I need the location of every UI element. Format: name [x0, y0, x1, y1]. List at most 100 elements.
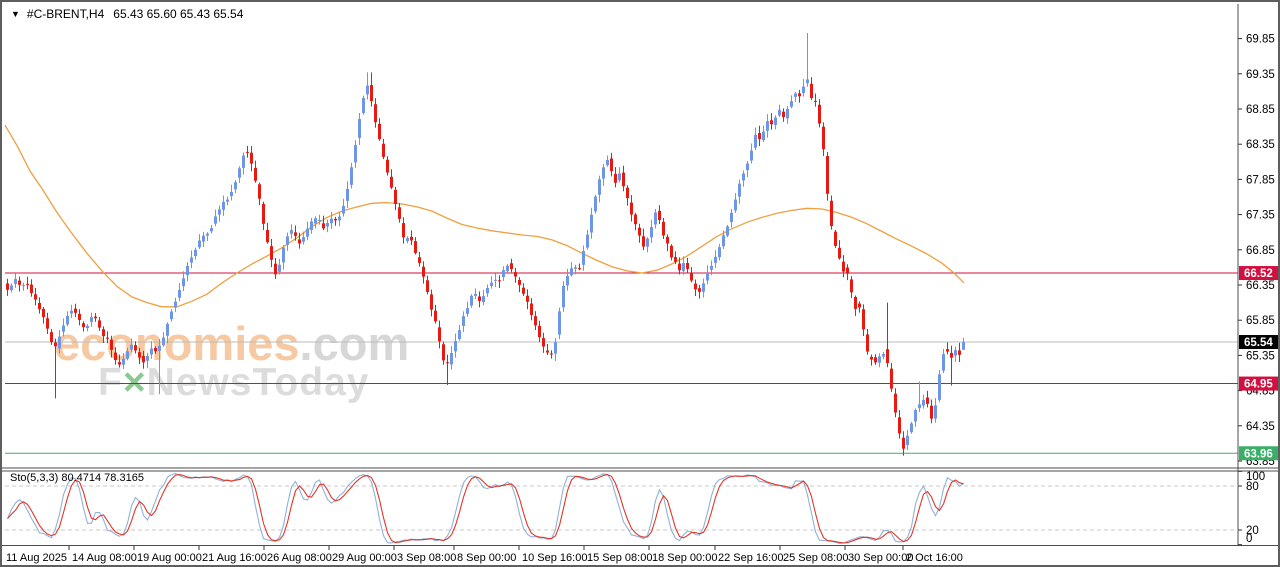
candle-body	[182, 278, 185, 286]
candle-body	[734, 200, 737, 211]
candle-body	[86, 326, 89, 328]
candle-body	[274, 264, 277, 275]
level-lines[interactable]	[5, 273, 1238, 453]
candle-body	[290, 230, 293, 234]
candle-body	[706, 273, 709, 281]
candle-body	[378, 124, 381, 139]
candle-body	[414, 241, 417, 253]
candle-body	[618, 173, 621, 180]
candle-body	[126, 351, 129, 359]
stochastic-pane[interactable]	[5, 474, 1238, 544]
candle-body	[782, 112, 785, 117]
candle-body	[70, 311, 73, 314]
candle-body	[142, 356, 145, 362]
price-tick-label: 64.35	[1246, 421, 1275, 433]
candle-body	[926, 397, 929, 403]
candle-body	[10, 285, 13, 290]
candle-body	[218, 209, 221, 214]
candle-body	[26, 284, 29, 285]
candle-body	[410, 237, 413, 241]
price-badge-label: 65.54	[1244, 337, 1273, 349]
candle-body	[494, 280, 497, 281]
candle-body	[346, 189, 349, 201]
candle-body	[634, 215, 637, 225]
candle-body	[366, 86, 369, 95]
candle-body	[838, 248, 841, 259]
candle-body	[826, 156, 829, 194]
candle-body	[302, 237, 305, 242]
candle-body	[842, 262, 845, 272]
candle-body	[502, 270, 505, 277]
candle-body	[766, 121, 769, 131]
candle-body	[282, 248, 285, 263]
time-tick-label: 19 Aug 00:00	[137, 552, 202, 564]
candle-body	[122, 359, 125, 365]
candle-body	[714, 257, 717, 263]
candle-body	[202, 236, 205, 242]
candle-body	[938, 374, 941, 400]
candle-body	[250, 153, 253, 164]
candle-body	[522, 288, 525, 294]
candle-body	[742, 173, 745, 180]
candle-body	[42, 309, 45, 317]
price-tick-label: 67.35	[1246, 210, 1275, 222]
candle-body	[818, 105, 821, 124]
candle-body	[430, 294, 433, 309]
candle-body	[6, 283, 9, 289]
time-tick-label: 8 Sep 00:00	[457, 552, 516, 564]
candle-body	[802, 87, 805, 94]
candle-body	[658, 211, 661, 220]
indicator-label: Sto(5,3,3) 80.4714 78.3165	[10, 472, 144, 484]
candle-body	[730, 213, 733, 222]
candle-body	[786, 109, 789, 118]
candle-body	[886, 349, 889, 363]
candle-body	[294, 232, 297, 235]
candle-body	[146, 356, 149, 361]
symbol-dropdown-icon[interactable]: ▼	[11, 9, 20, 19]
time-tick-label: 15 Sep 08:00	[587, 552, 652, 564]
candle-body	[150, 349, 153, 355]
candle-body	[66, 316, 69, 324]
candle-body	[894, 394, 897, 413]
time-axis[interactable]: 11 Aug 202514 Aug 08:0019 Aug 00:0021 Au…	[6, 546, 963, 564]
candle-body	[798, 93, 801, 96]
candle-body	[334, 219, 337, 221]
candle-body	[462, 316, 465, 326]
candle-body	[614, 174, 617, 183]
price-tick-label: 65.85	[1246, 315, 1275, 327]
candle-body	[382, 144, 385, 157]
candle-body	[602, 167, 605, 178]
time-tick-label: 26 Aug 08:00	[267, 552, 332, 564]
candle-body	[466, 308, 469, 314]
candle-body	[806, 79, 809, 83]
candle-body	[878, 356, 881, 362]
candle-body	[670, 246, 673, 258]
candle-body	[578, 268, 581, 269]
candle-body	[702, 283, 705, 291]
candle-body	[418, 257, 421, 263]
chart-canvas[interactable]: 69.8569.3568.8568.3567.8567.3566.8566.35…	[2, 2, 1280, 567]
candle-body	[862, 309, 865, 329]
candle-body	[622, 173, 625, 187]
candle-body	[402, 223, 405, 237]
candle-body	[386, 160, 389, 173]
candle-body	[750, 151, 753, 161]
candle-body	[174, 302, 177, 308]
candle-body	[102, 329, 105, 336]
candle-body	[506, 266, 509, 271]
candle-body	[162, 338, 165, 346]
candle-body	[678, 264, 681, 271]
candle-body	[14, 279, 17, 284]
stochastic-d-line	[8, 475, 964, 543]
candle-body	[322, 223, 325, 228]
candle-body	[694, 284, 697, 290]
candle-body	[270, 246, 273, 260]
candle-body	[62, 325, 65, 331]
candle-body	[114, 353, 117, 360]
candle-body	[946, 349, 949, 352]
time-tick-label: 18 Sep 00:00	[652, 552, 717, 564]
candle-body	[426, 280, 429, 292]
candle-body	[538, 326, 541, 337]
candle-body	[770, 120, 773, 124]
chart-window: economies.com F×NewsToday 69.8569.3568.8…	[0, 0, 1280, 567]
